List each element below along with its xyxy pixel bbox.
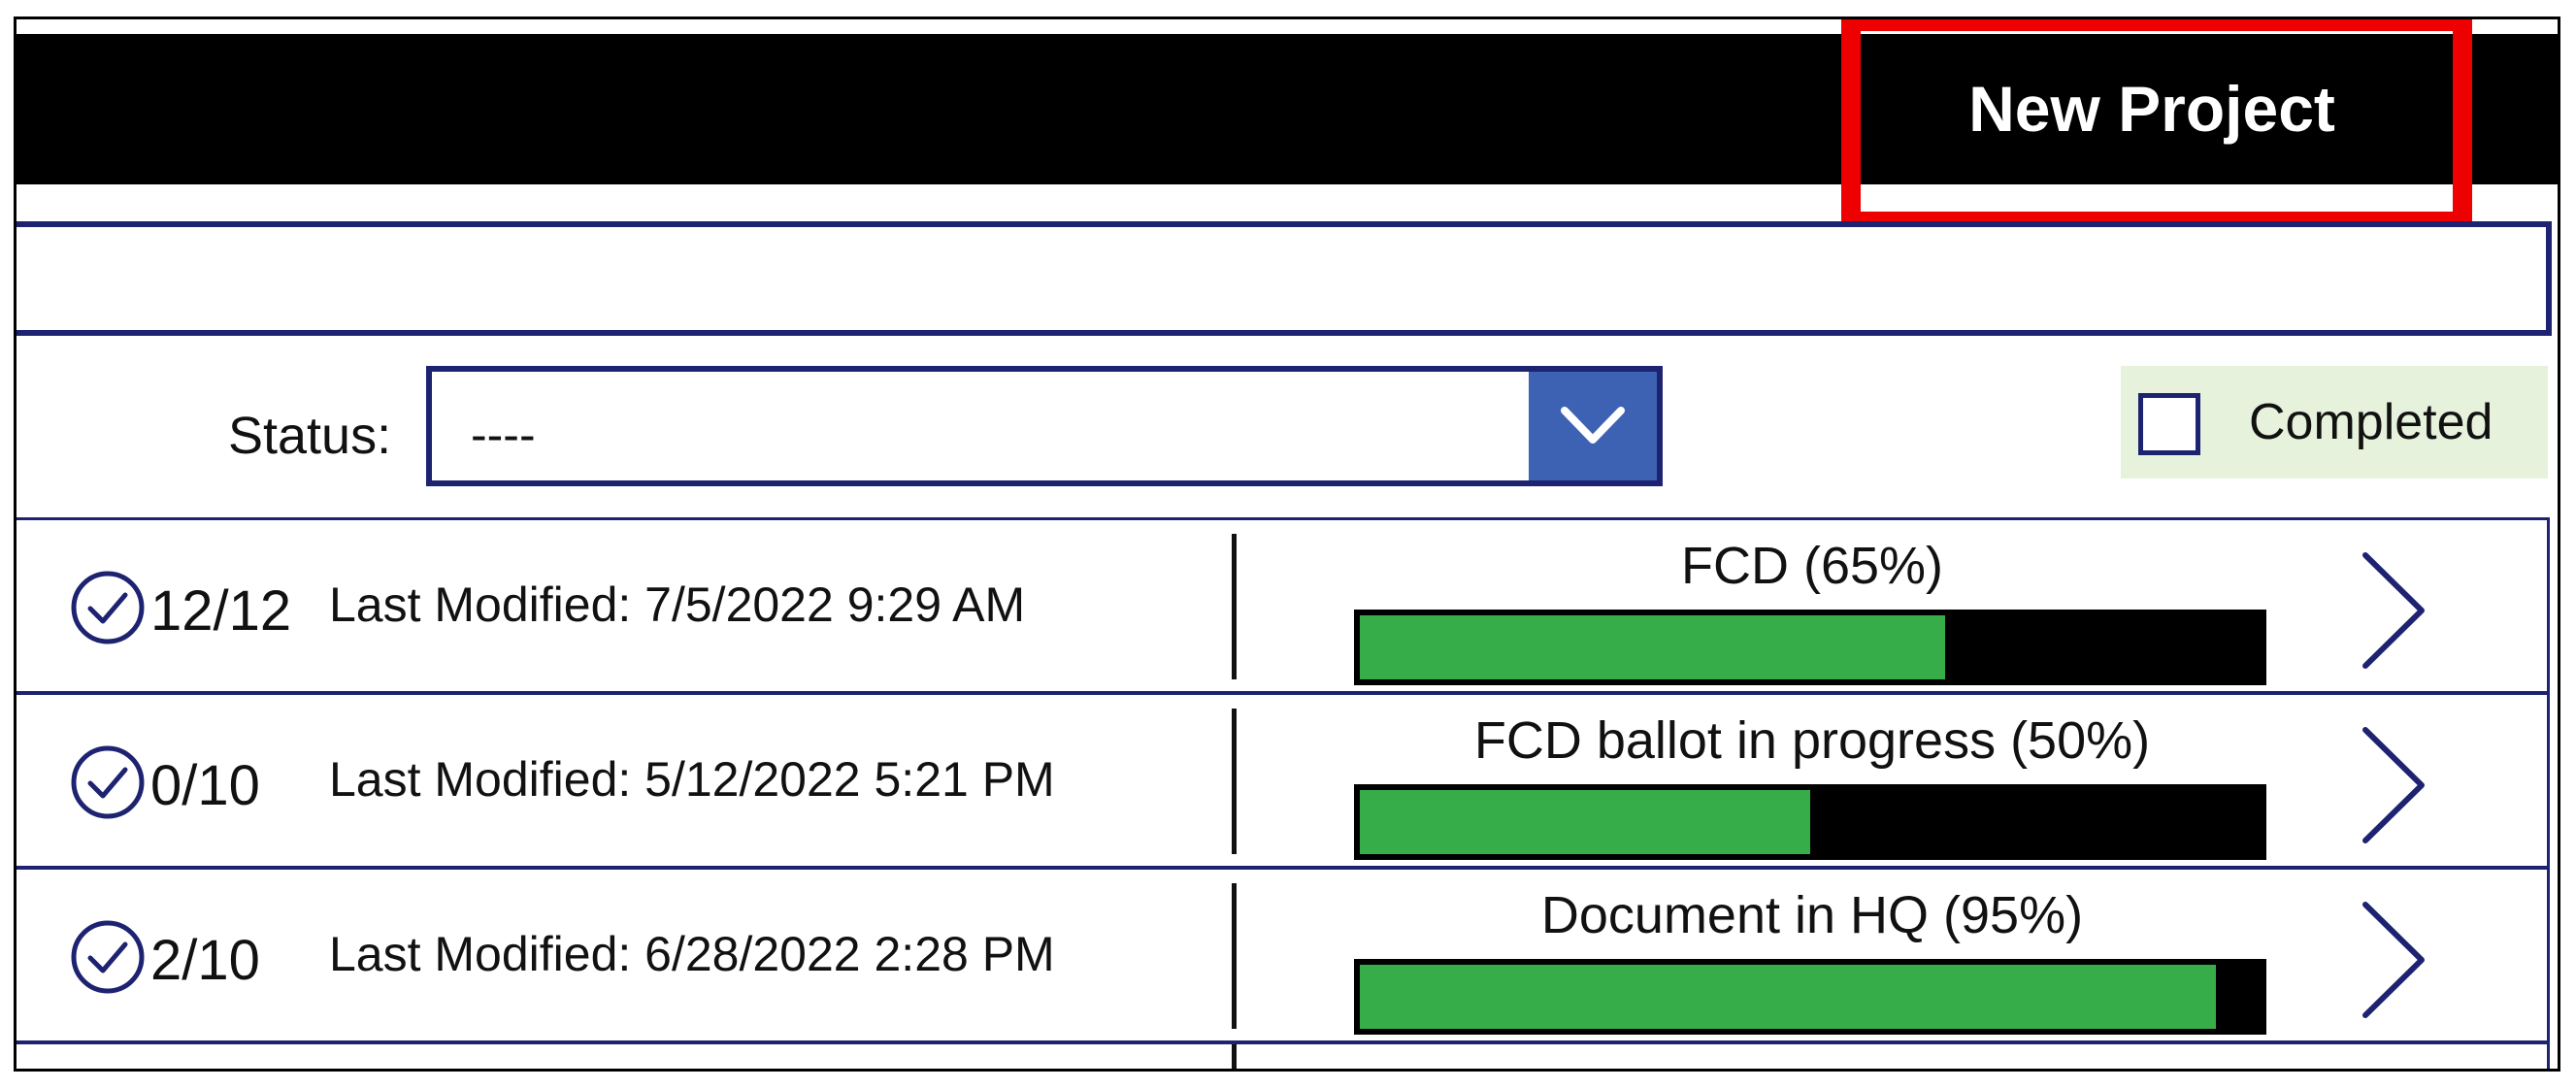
chevron-right-icon[interactable] [2354,722,2431,848]
app-window: New Project Status: ---- Completed 12/12… [14,16,2560,1072]
completed-checkbox[interactable] [2138,393,2200,455]
status-dropdown[interactable]: ---- [426,366,1663,486]
task-count: 12/12 [150,579,292,643]
completed-label: Completed [2249,394,2493,450]
row-divider [1232,534,1237,679]
check-circle-icon [71,920,145,994]
project-row[interactable]: 0/10 Last Modified: 5/12/2022 5:21 PM FC… [17,695,2547,870]
progress-bar [1354,610,2266,685]
project-list: 12/12 Last Modified: 7/5/2022 9:29 AM FC… [17,517,2550,1069]
task-count: 2/10 [150,929,260,992]
status-selected-value: ---- [471,408,536,462]
row-divider [1232,883,1237,1029]
last-modified: Last Modified: 5/12/2022 5:21 PM [329,752,1055,807]
progress-fill [1360,790,1810,854]
project-row[interactable]: 12/12 Last Modified: 7/5/2022 9:29 AM FC… [17,520,2547,695]
last-modified: Last Modified: 7/5/2022 9:29 AM [329,578,1026,632]
chevron-right-icon[interactable] [2354,547,2431,674]
chevron-down-icon [1561,407,1625,444]
project-status-label: FCD (65%) [1680,537,1944,595]
row-divider [1232,1044,1237,1069]
check-circle-icon [71,745,145,819]
last-modified: Last Modified: 6/28/2022 2:28 PM [329,927,1055,981]
task-count: 0/10 [150,754,260,817]
project-status-label: FCD ballot in progress (50%) [1473,711,2151,770]
progress-bar [1354,959,2266,1035]
new-project-button[interactable]: New Project [1841,34,2462,184]
project-status-label: Document in HQ (95%) [1540,886,2084,944]
status-label: Status: [228,407,392,465]
chevron-right-icon[interactable] [2354,897,2431,1023]
status-dropdown-button[interactable] [1529,372,1657,480]
progress-bar [1354,784,2266,860]
completed-filter[interactable]: Completed [2121,366,2548,478]
progress-fill [1360,615,1946,679]
check-circle-icon [71,571,145,644]
search-box[interactable] [17,221,2552,336]
project-row[interactable]: 2/10 Last Modified: 6/28/2022 2:28 PM Do… [17,870,2547,1044]
row-divider [1232,709,1237,854]
progress-fill [1360,965,2216,1029]
search-input[interactable] [17,227,2546,330]
header-bar: New Project [17,34,2558,184]
